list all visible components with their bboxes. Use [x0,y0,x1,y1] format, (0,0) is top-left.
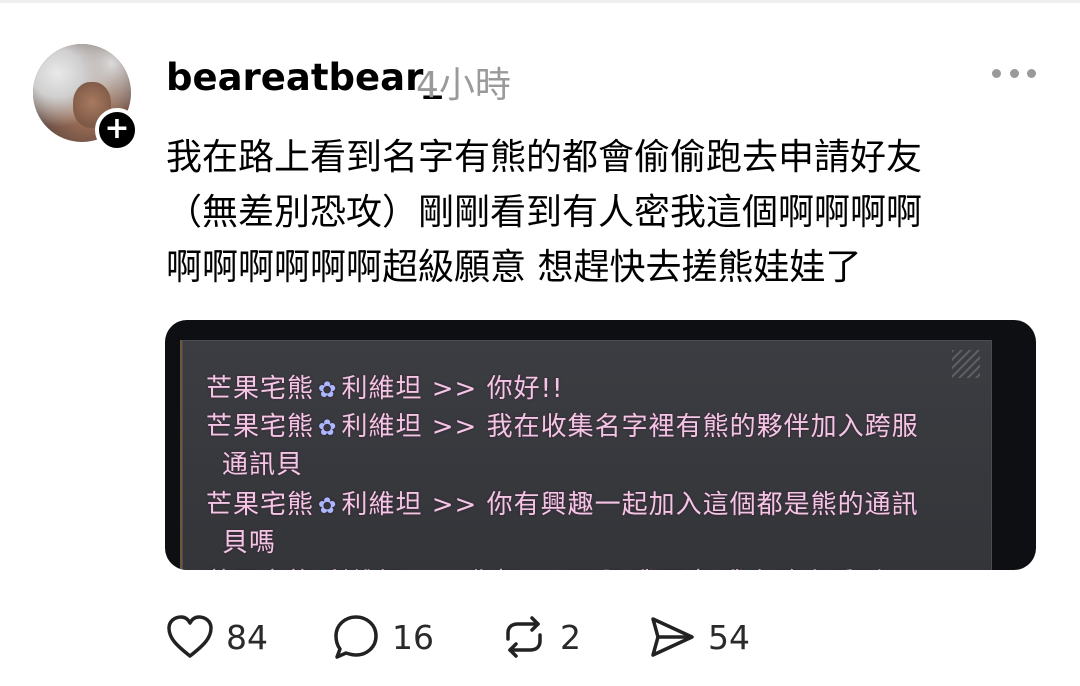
avatar-container[interactable]: + [33,44,139,152]
like-button[interactable]: 84 [166,612,268,662]
send-icon [651,617,694,657]
more-dot [1009,68,1019,78]
post-text-line: （無差別恐攻）剛剛看到有人密我這個啊啊啊啊 [166,192,923,233]
chat-server: 利維坦 [341,490,423,520]
flower-icon: ✿ [318,416,338,441]
post-image[interactable]: 芒果宅熊 ✿ 利維坦 >> 你好!! 芒果宅熊 ✿ 利維坦 >> 我在收集名字裡有熊的夥… [165,320,1036,570]
share-count: 54 [708,617,750,657]
flower-icon: ✿ [318,494,338,519]
action-bar: 84 16 2 54 [166,612,866,662]
post-text-line: 我在路上看到名字有熊的都會偷偷跑去申請好友 [166,137,923,178]
chat-sender: 芒果宅熊 [206,374,315,404]
chat-sender: 芒果宅熊 [206,490,315,520]
timestamp: 4小時 [416,65,511,106]
top-divider [0,0,1080,3]
chat-line: 芒果宅熊 ✿ 利維坦 >> 你有興趣一起加入這個都是熊的通訊 [206,484,919,521]
post-text: 我在路上看到名字有熊的都會偷偷跑去申請好友 （無差別恐攻）剛剛看到有人密我這個啊… [166,130,1046,295]
repost-count: 2 [560,617,581,657]
chat-message: >> 你有興趣一起加入這個都是熊的通訊 [431,490,919,520]
chat-line-continuation: 通訊貝 [222,450,304,480]
more-dots-icon[interactable] [992,58,1036,88]
username[interactable]: beareatbear_ [166,56,442,99]
chat-line: 芒果宅熊 ✿ 利維坦 >> 你好!! [206,368,563,405]
chat-server: 利維坦 [341,374,423,404]
follow-plus-icon[interactable]: + [95,108,139,152]
flower-icon: ✿ [318,378,338,403]
more-dot [992,68,1001,78]
share-button[interactable]: 54 [648,612,750,662]
chat-server: 利維坦 [341,412,423,442]
comment-bubble-icon [334,615,378,659]
comment-count: 16 [392,617,434,657]
chat-line-partial: 芒果宅熊 利維坦 >> 你好!!!!不啊 我願意 我在路上看到 [206,562,884,570]
chat-message: >> 我在收集名字裡有熊的夥伴加入跨服 [431,412,919,442]
chat-message: >> 你好!! [431,374,564,404]
chat-line-continuation: 貝嗎 [222,528,277,558]
heart-icon [167,615,213,658]
more-dot [1027,68,1036,78]
game-chat-panel: 芒果宅熊 ✿ 利維坦 >> 你好!! 芒果宅熊 ✿ 利維坦 >> 我在收集名字裡有熊的夥… [180,340,992,570]
repost-icon [506,616,542,658]
comment-button[interactable]: 16 [332,612,434,662]
like-count: 84 [226,617,268,657]
repost-button[interactable]: 2 [500,612,581,662]
post-text-line: 啊啊啊啊啊啊超級願意 想趕快去搓熊娃娃了 [166,247,862,288]
chat-sender: 芒果宅熊 [206,412,315,442]
chat-line: 芒果宅熊 ✿ 利維坦 >> 我在收集名字裡有熊的夥伴加入跨服 [206,406,919,443]
resize-corner-icon [952,350,980,378]
